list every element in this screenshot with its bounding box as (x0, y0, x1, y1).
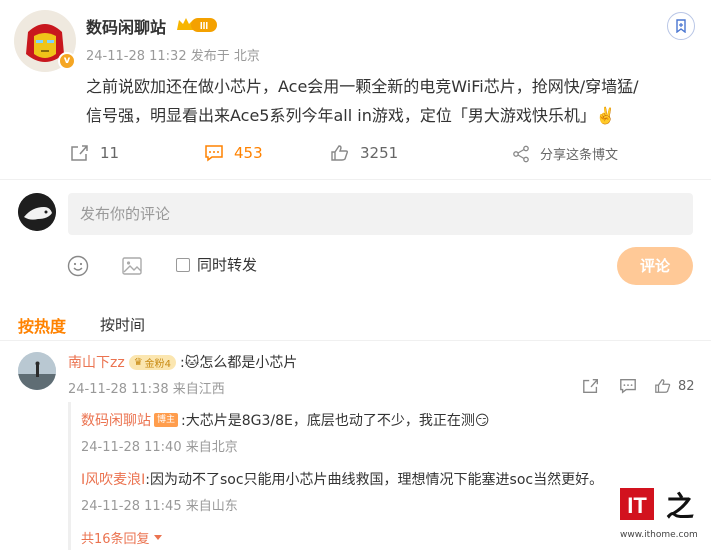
submit-comment-button[interactable]: 评论 (617, 247, 693, 285)
crown-icon: ♛ (133, 356, 143, 368)
comment-reply-button[interactable] (619, 377, 637, 399)
repost-count: 11 (100, 144, 120, 162)
repost-icon (583, 379, 598, 393)
comment-like-button[interactable] (654, 377, 672, 399)
sort-by-hot-tab[interactable]: 按热度 (18, 313, 66, 337)
forward-checkbox[interactable]: 同时转发 (176, 254, 257, 275)
share-icon (513, 145, 529, 162)
comment-like-count: 82 (678, 379, 695, 394)
fan-level-label: 金粉4 (144, 358, 172, 370)
image-icon (122, 257, 142, 275)
comment-line: 南山下zz ♛ 金粉4 :🐱怎么都是小芯片 (68, 352, 297, 372)
post-meta: 24-11-28 11:32 发布于 北京 (86, 49, 260, 64)
bookmark-icon (676, 19, 686, 33)
bookmark-button[interactable] (667, 12, 695, 40)
author-name[interactable]: 数码闲聊站 (86, 14, 166, 38)
like-count: 3251 (360, 144, 399, 162)
thumbs-up-icon (331, 145, 349, 161)
comment-icon (620, 379, 636, 394)
thumbs-up-icon (655, 379, 671, 393)
share-button[interactable]: 分享这条博文 (512, 144, 618, 163)
fan-level-badge[interactable]: ♛ 金粉4 (128, 354, 177, 370)
comment-text: :🐱怎么都是小芯片 (180, 355, 298, 371)
reply-thread: 数码闲聊站 博主 :大芯片是8G3/8E，底层也动了不少，我正在测😏 24-11… (68, 402, 700, 550)
sort-by-time-tab[interactable]: 按时间 (100, 314, 145, 335)
post-content: 之前说欧加还在做小芯片，Ace会用一颗全新的电竞WiFi芯片，抢网快/穿墙猛/信… (86, 77, 639, 125)
reply-line: I风吹麦浪I :因为动不了soc只能用小芯片曲线救国，理想情况下能塞进soc当然… (81, 469, 603, 489)
member-crown-icon[interactable]: III (176, 15, 218, 34)
post-actions: 11 453 3251 分享这条博文 (0, 144, 711, 174)
reply-author[interactable]: I风吹麦浪I (81, 469, 145, 489)
emoji-button[interactable] (67, 255, 89, 281)
more-replies-link[interactable]: 共16条回复 (81, 528, 163, 547)
comment-icon (205, 145, 223, 162)
forward-label: 同时转发 (197, 256, 258, 274)
comment-count: 453 (234, 144, 263, 162)
divider (0, 179, 711, 180)
comment-repost-button[interactable] (582, 377, 600, 399)
checkbox-icon[interactable] (176, 257, 190, 272)
image-button[interactable] (121, 255, 143, 281)
my-avatar[interactable] (18, 193, 56, 231)
reply-text: :因为动不了soc只能用小芯片曲线救国，理想情况下能塞进soc当然更好。 (145, 472, 604, 488)
comment-input[interactable]: 发布你的评论 (68, 193, 693, 235)
reply-meta: 24-11-28 11:45 来自山东 (81, 499, 238, 514)
more-replies-label: 共16条回复 (81, 532, 150, 547)
caret-down-icon (153, 534, 162, 540)
divider (0, 340, 711, 341)
svg-text:之: 之 (666, 490, 694, 523)
commenter-avatar[interactable] (18, 352, 56, 390)
reply-text: :大芯片是8G3/8E，底层也动了不少，我正在测😏 (181, 413, 490, 429)
reply-meta: 24-11-28 11:40 来自北京 (81, 440, 238, 455)
verified-badge: v (58, 52, 76, 70)
ithome-url: www.ithome.com (620, 530, 698, 540)
share-label: 分享这条博文 (540, 148, 619, 163)
emoji-icon (67, 255, 89, 277)
member-level: III (200, 21, 209, 32)
repost-button[interactable]: 11 (70, 144, 119, 162)
repost-icon (71, 145, 88, 161)
commenter-name[interactable]: 南山下zz (68, 352, 125, 372)
comment-button[interactable]: 453 (204, 144, 263, 162)
blogger-badge: 博主 (154, 413, 179, 427)
comment-meta: 24-11-28 11:38 来自江西 (68, 382, 225, 397)
like-button[interactable]: 3251 (330, 144, 398, 162)
svg-text:IT: IT (627, 493, 647, 518)
reply-line: 数码闲聊站 博主 :大芯片是8G3/8E，底层也动了不少，我正在测😏 (81, 410, 489, 430)
reply-author[interactable]: 数码闲聊站 (81, 410, 151, 430)
